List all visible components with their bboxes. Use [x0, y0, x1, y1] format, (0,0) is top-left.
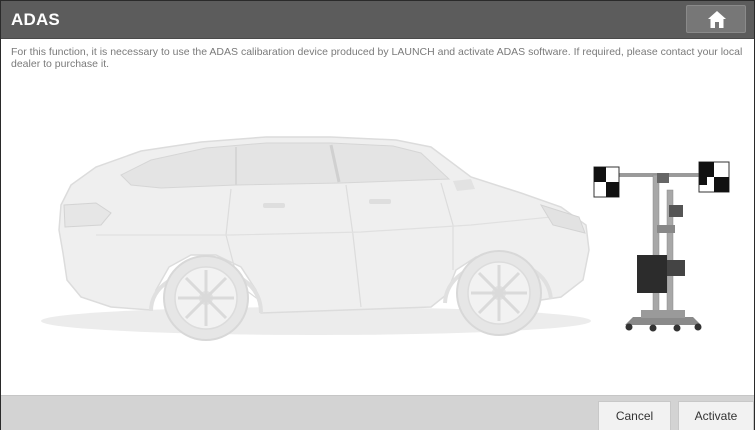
adas-calibration-frame [593, 161, 730, 332]
home-button[interactable] [686, 5, 746, 33]
page-title: ADAS [11, 10, 60, 29]
title-bar: ADAS [1, 1, 754, 39]
app-window: ADAS For this function, it is necessary … [0, 0, 755, 430]
footer-bar: Cancel Activate [1, 395, 754, 430]
activate-button[interactable]: Activate [678, 401, 754, 430]
adas-illustration [1, 85, 754, 395]
suv-illustration [41, 136, 591, 341]
home-icon [708, 11, 726, 28]
cancel-button[interactable]: Cancel [598, 401, 671, 430]
info-notice: For this function, it is necessary to us… [11, 46, 743, 70]
